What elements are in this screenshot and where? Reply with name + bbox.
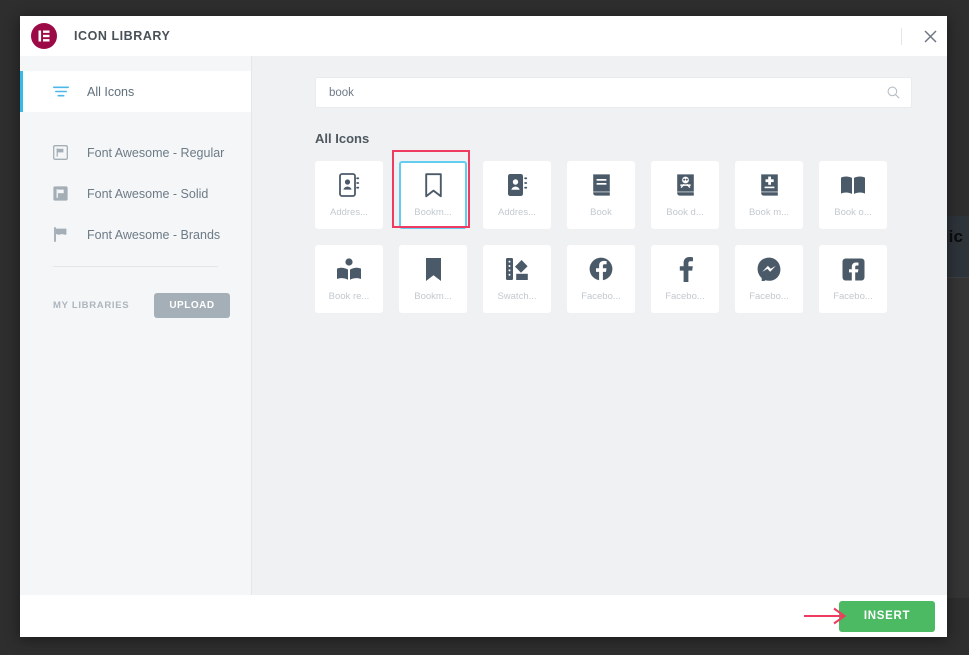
icon-caption: Swatch... — [497, 291, 537, 302]
bookmark-regular-icon — [424, 172, 443, 198]
address-book-regular-icon — [338, 172, 360, 198]
facebook-square-icon — [842, 256, 865, 282]
flag-solid-icon — [53, 186, 72, 201]
icon-tile[interactable]: Addres... — [315, 161, 383, 229]
sidebar-item-label: Font Awesome - Brands — [87, 227, 221, 242]
icon-caption: Facebo... — [665, 291, 705, 302]
search-icon[interactable] — [887, 86, 900, 99]
book-open-icon — [840, 172, 866, 198]
close-icon[interactable] — [913, 16, 947, 56]
icon-tile[interactable]: Book d... — [651, 161, 719, 229]
icon-caption: Addres... — [497, 207, 537, 218]
icon-caption: Facebo... — [833, 291, 873, 302]
sidebar-item-label: Font Awesome - Regular — [87, 145, 225, 160]
flag-brands-icon — [53, 227, 72, 242]
search-input[interactable] — [316, 78, 911, 107]
page-title: ICON LIBRARY — [74, 29, 171, 43]
icon-caption: Book — [590, 207, 612, 218]
icon-caption: Book re... — [328, 291, 370, 302]
book-medical-icon — [759, 172, 780, 198]
icon-tile[interactable]: Addres... — [483, 161, 551, 229]
icon-caption: Book m... — [748, 207, 790, 218]
icon-tile[interactable]: Book o... — [819, 161, 887, 229]
book-reader-icon — [336, 256, 362, 282]
sidebar-item-font-awesome-solid[interactable]: Font Awesome - Solid — [20, 173, 251, 214]
address-book-solid-icon — [507, 172, 528, 198]
sidebar-item-all-icons[interactable]: All Icons — [20, 71, 251, 112]
icon-tile[interactable]: Book — [567, 161, 635, 229]
facebook-f-icon — [678, 256, 693, 282]
facebook-circle-icon — [589, 256, 613, 282]
book-icon — [591, 172, 612, 198]
sidebar-item-font-awesome-brands[interactable]: Font Awesome - Brands — [20, 214, 251, 255]
icon-tile[interactable]: Book m... — [735, 161, 803, 229]
icon-tile[interactable]: Facebo... — [735, 245, 803, 313]
icon-tile[interactable]: Bookm... — [399, 245, 467, 313]
icon-caption: Book o... — [834, 207, 872, 218]
modal-body: All Icons Font Awesome - Regular Font Aw… — [20, 56, 947, 595]
icon-tile[interactable]: Facebo... — [651, 245, 719, 313]
icon-tile[interactable]: Facebo... — [567, 245, 635, 313]
my-libraries-label: MY LIBRARIES — [53, 300, 130, 311]
bookmark-solid-icon — [424, 256, 443, 282]
icon-caption: Facebo... — [581, 291, 621, 302]
icon-caption: Bookm... — [414, 207, 452, 218]
my-libraries-row: MY LIBRARIES UPLOAD — [20, 293, 251, 318]
icon-caption: Book d... — [666, 207, 704, 218]
flag-regular-icon — [53, 145, 72, 160]
sidebar: All Icons Font Awesome - Regular Font Aw… — [20, 56, 252, 595]
icon-library-modal: ICON LIBRARY All Icons Font Awesome - Re… — [20, 16, 947, 637]
content-area: All Icons Addres... — [252, 56, 947, 595]
icon-tile-selected[interactable]: Bookm... — [399, 161, 467, 229]
search-bar[interactable] — [315, 77, 912, 108]
filter-lines-icon — [53, 86, 72, 97]
section-title: All Icons — [315, 131, 370, 146]
sidebar-divider — [53, 266, 218, 267]
modal-footer: INSERT — [20, 595, 947, 637]
swatchbook-icon — [505, 256, 529, 282]
modal-header: ICON LIBRARY — [20, 16, 947, 56]
insert-button[interactable]: INSERT — [839, 600, 935, 632]
book-dead-icon — [675, 172, 696, 198]
icon-tile[interactable]: Book re... — [315, 245, 383, 313]
header-divider — [901, 27, 902, 45]
icon-caption: Addres... — [329, 207, 369, 218]
icon-caption: Bookm... — [414, 291, 452, 302]
icon-caption: Facebo... — [749, 291, 789, 302]
icon-tile[interactable]: Facebo... — [819, 245, 887, 313]
icon-grid: Addres... Bookm... Addres... Book Book d… — [315, 161, 912, 313]
header-actions — [901, 16, 947, 56]
icon-tile[interactable]: Swatch... — [483, 245, 551, 313]
sidebar-item-label: All Icons — [87, 84, 135, 99]
facebook-messenger-icon — [757, 256, 781, 282]
sidebar-item-label: Font Awesome - Solid — [87, 186, 209, 201]
sidebar-item-font-awesome-regular[interactable]: Font Awesome - Regular — [20, 132, 251, 173]
upload-button[interactable]: UPLOAD — [154, 293, 230, 318]
elementor-logo-icon — [31, 23, 57, 49]
